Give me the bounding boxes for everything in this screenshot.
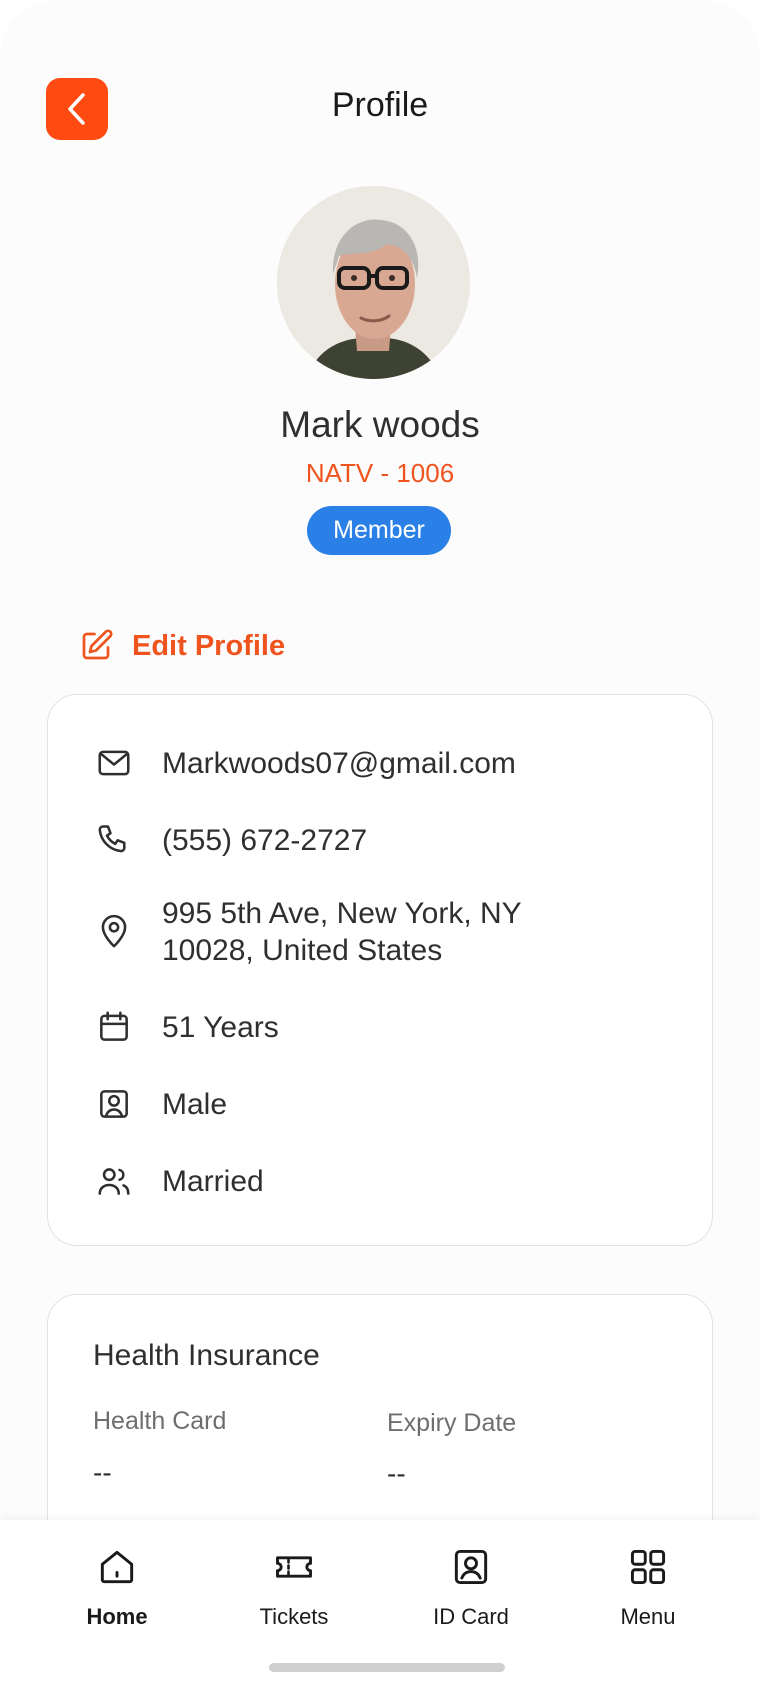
nav-tickets[interactable]: Tickets: [224, 1544, 364, 1630]
age-text: 51 Years: [162, 1010, 279, 1044]
nav-home-label: Home: [86, 1604, 148, 1629]
users-icon: [94, 1161, 134, 1201]
nav-menu[interactable]: Menu: [578, 1544, 718, 1630]
marital-status-text: Married: [162, 1164, 264, 1198]
gender-row: Male: [94, 1084, 672, 1124]
user-portrait-icon: [94, 1084, 134, 1124]
address-line-1: 995 5th Ave, New York, NY: [162, 897, 522, 930]
nav-home[interactable]: Home: [47, 1544, 187, 1630]
mail-icon: [94, 743, 134, 783]
health-card-value: --: [93, 1457, 112, 1488]
expiry-date-value: --: [387, 1458, 406, 1489]
phone-row: (555) 672-2727: [94, 820, 672, 860]
phone-icon: [94, 820, 134, 860]
grid-menu-icon: [625, 1544, 671, 1590]
nav-id-card-label: ID Card: [433, 1604, 509, 1629]
location-pin-icon: [94, 912, 134, 952]
age-row: 51 Years: [94, 1007, 672, 1047]
nav-menu-label: Menu: [620, 1604, 676, 1629]
user-name: Mark woods: [280, 404, 480, 445]
member-id: NATV - 1006: [305, 458, 455, 488]
contact-info-card: Markwoods07@gmail.com (555) 672-2727 995…: [47, 694, 713, 1246]
nav-tickets-label: Tickets: [259, 1604, 329, 1629]
ticket-icon: [271, 1544, 317, 1590]
member-badge: Member: [307, 506, 451, 555]
phone-text: (555) 672-2727: [162, 823, 368, 857]
address-text: 995 5th Ave, New York, NY 10028, United …: [162, 895, 522, 969]
health-insurance-title: Health Insurance: [93, 1339, 320, 1372]
health-card-label: Health Card: [93, 1407, 227, 1435]
marital-row: Married: [94, 1161, 672, 1201]
calendar-icon: [94, 1007, 134, 1047]
page-title: Profile: [331, 86, 429, 124]
expiry-date-label: Expiry Date: [387, 1409, 517, 1437]
edit-profile-button[interactable]: Edit Profile: [78, 628, 285, 664]
home-icon: [94, 1544, 140, 1590]
address-line-2: 10028, United States: [162, 934, 443, 967]
id-card-icon: [448, 1544, 494, 1590]
edit-icon: [82, 629, 113, 660]
gender-text: Male: [162, 1087, 228, 1121]
email-row: Markwoods07@gmail.com: [94, 743, 672, 783]
avatar: [277, 186, 470, 379]
profile-screen: Profile Mark woods NATV - 1006 Member Ed…: [0, 0, 760, 1690]
address-row: 995 5th Ave, New York, NY 10028, United …: [94, 895, 672, 969]
edit-profile-label: Edit Profile: [132, 629, 286, 662]
nav-id-card[interactable]: ID Card: [401, 1544, 541, 1630]
home-indicator: [269, 1663, 505, 1672]
email-text: Markwoods07@gmail.com: [162, 746, 516, 780]
